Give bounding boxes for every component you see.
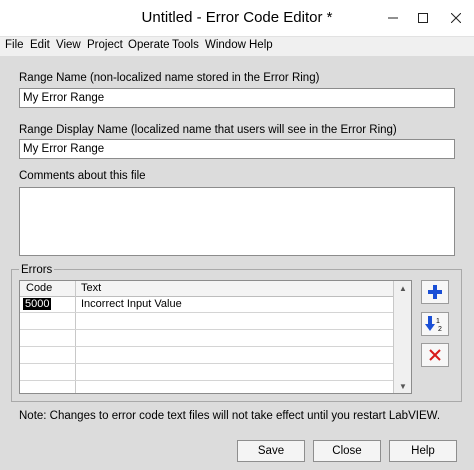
close-icon [451,13,461,23]
menu-bar: File Edit View Project Operate Tools Win… [0,37,474,55]
column-header-code[interactable]: Code [26,282,52,294]
errors-table[interactable]: Code Text 5000 Incorrect Input Value ▲ ▼ [19,280,412,394]
add-error-button[interactable] [421,280,449,304]
table-row[interactable]: 5000 Incorrect Input Value [20,296,393,313]
maximize-icon [418,13,428,23]
column-header-text[interactable]: Text [81,282,101,294]
title-bar: Untitled - Error Code Editor * [0,0,474,37]
menu-view[interactable]: View [56,39,81,51]
table-row[interactable] [20,313,393,330]
close-window-button[interactable] [440,0,472,36]
menu-file[interactable]: File [5,39,24,51]
maximize-button[interactable] [407,0,439,36]
comments-field[interactable] [19,187,455,256]
minimize-button[interactable] [377,0,409,36]
x-icon [429,349,441,361]
table-row[interactable] [20,330,393,347]
menu-help[interactable]: Help [249,39,273,51]
menu-window[interactable]: Window [205,39,246,51]
save-button[interactable]: Save [237,440,305,462]
range-display-name-label: Range Display Name (localized name that … [19,124,397,136]
plus-icon [428,285,442,299]
menu-tools[interactable]: Tools [172,39,199,51]
table-row[interactable] [20,347,393,364]
comments-label: Comments about this file [19,170,146,182]
error-code-cell[interactable]: 5000 [23,298,52,310]
help-button[interactable]: Help [389,440,457,462]
delete-error-button[interactable] [421,343,449,367]
error-text-cell[interactable]: Incorrect Input Value [81,298,182,310]
close-button[interactable]: Close [313,440,381,462]
menu-project[interactable]: Project [87,39,123,51]
minimize-icon [388,17,398,19]
errors-group-label: Errors [19,264,55,276]
svg-text:1: 1 [436,318,440,325]
scroll-up-arrow-icon[interactable]: ▲ [394,281,411,295]
menu-edit[interactable]: Edit [30,39,50,51]
menu-operate[interactable]: Operate [128,39,170,51]
table-row[interactable] [20,364,393,381]
table-scrollbar[interactable]: ▲ ▼ [393,281,411,393]
range-display-name-field[interactable]: My Error Range [19,139,455,159]
sort-icon: 1 2 [425,316,442,333]
scroll-down-arrow-icon[interactable]: ▼ [394,379,411,393]
svg-text:2: 2 [438,326,442,333]
table-row[interactable] [20,381,393,393]
editor-panel: Range Name (non-localized name stored in… [0,56,474,470]
restart-note: Note: Changes to error code text files w… [19,410,441,422]
range-name-field[interactable]: My Error Range [19,88,455,108]
sort-errors-button[interactable]: 1 2 [421,312,449,336]
range-name-label: Range Name (non-localized name stored in… [19,72,320,84]
